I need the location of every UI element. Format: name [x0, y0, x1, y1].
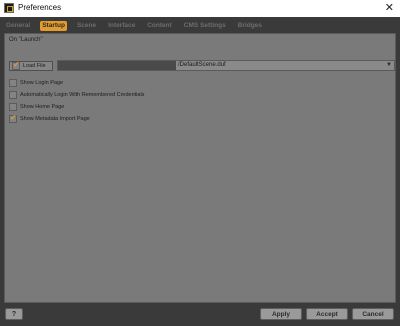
preferences-dialog: General Startup Scene Interface Content … — [0, 17, 400, 326]
load-file-checkbox[interactable] — [12, 60, 20, 70]
load-file-path-select[interactable]: /DefaultScene.duf ▼ — [57, 60, 395, 71]
cancel-button[interactable]: Cancel — [352, 308, 394, 320]
load-file-toggle[interactable]: Load File — [9, 60, 53, 71]
accept-button[interactable]: Accept — [306, 308, 348, 320]
checkbox[interactable] — [9, 103, 17, 111]
tab-bar: General Startup Scene Interface Content … — [4, 20, 272, 32]
load-file-label: Load File — [23, 63, 46, 69]
option-label: Automatically Login With Remembered Cred… — [20, 92, 145, 98]
tab-scene[interactable]: Scene — [75, 21, 98, 31]
tab-general[interactable]: General — [4, 21, 32, 31]
app-icon — [4, 3, 14, 13]
tab-startup[interactable]: Startup — [40, 21, 67, 31]
path-mask — [58, 61, 176, 70]
tab-bridges[interactable]: Bridges — [236, 21, 264, 31]
option-label: Show Home Page — [20, 104, 65, 110]
title-bar: Preferences ✕ — [0, 0, 400, 17]
option-auto-login[interactable]: Automatically Login With Remembered Cred… — [9, 90, 144, 100]
option-show-login-page[interactable]: Show Login Page — [9, 78, 63, 88]
option-label: Show Metadata Import Page — [20, 116, 90, 122]
window-title: Preferences — [18, 3, 62, 12]
option-show-home-page[interactable]: Show Home Page — [9, 102, 64, 112]
tab-cms-settings[interactable]: CMS Settings — [182, 21, 228, 31]
apply-button[interactable]: Apply — [260, 308, 302, 320]
checkbox[interactable] — [9, 113, 17, 123]
option-label: Show Login Page — [20, 80, 64, 86]
checkbox[interactable] — [9, 79, 17, 87]
checkbox[interactable] — [9, 91, 17, 99]
help-icon: ? — [11, 310, 17, 318]
close-icon[interactable]: ✕ — [385, 1, 394, 15]
load-file-path: /DefaultScene.duf — [178, 62, 226, 68]
chevron-down-icon[interactable]: ▼ — [386, 62, 392, 68]
option-show-metadata-import[interactable]: Show Metadata Import Page — [9, 113, 90, 124]
tab-interface[interactable]: Interface — [106, 21, 137, 31]
section-label: On "Launch" — [9, 37, 43, 43]
tab-content[interactable]: Content — [145, 21, 174, 31]
startup-panel: On "Launch" Load File /DefaultScene.duf … — [4, 33, 396, 303]
button-bar: ? Apply Accept Cancel — [4, 307, 396, 323]
help-button[interactable]: ? — [5, 308, 23, 320]
